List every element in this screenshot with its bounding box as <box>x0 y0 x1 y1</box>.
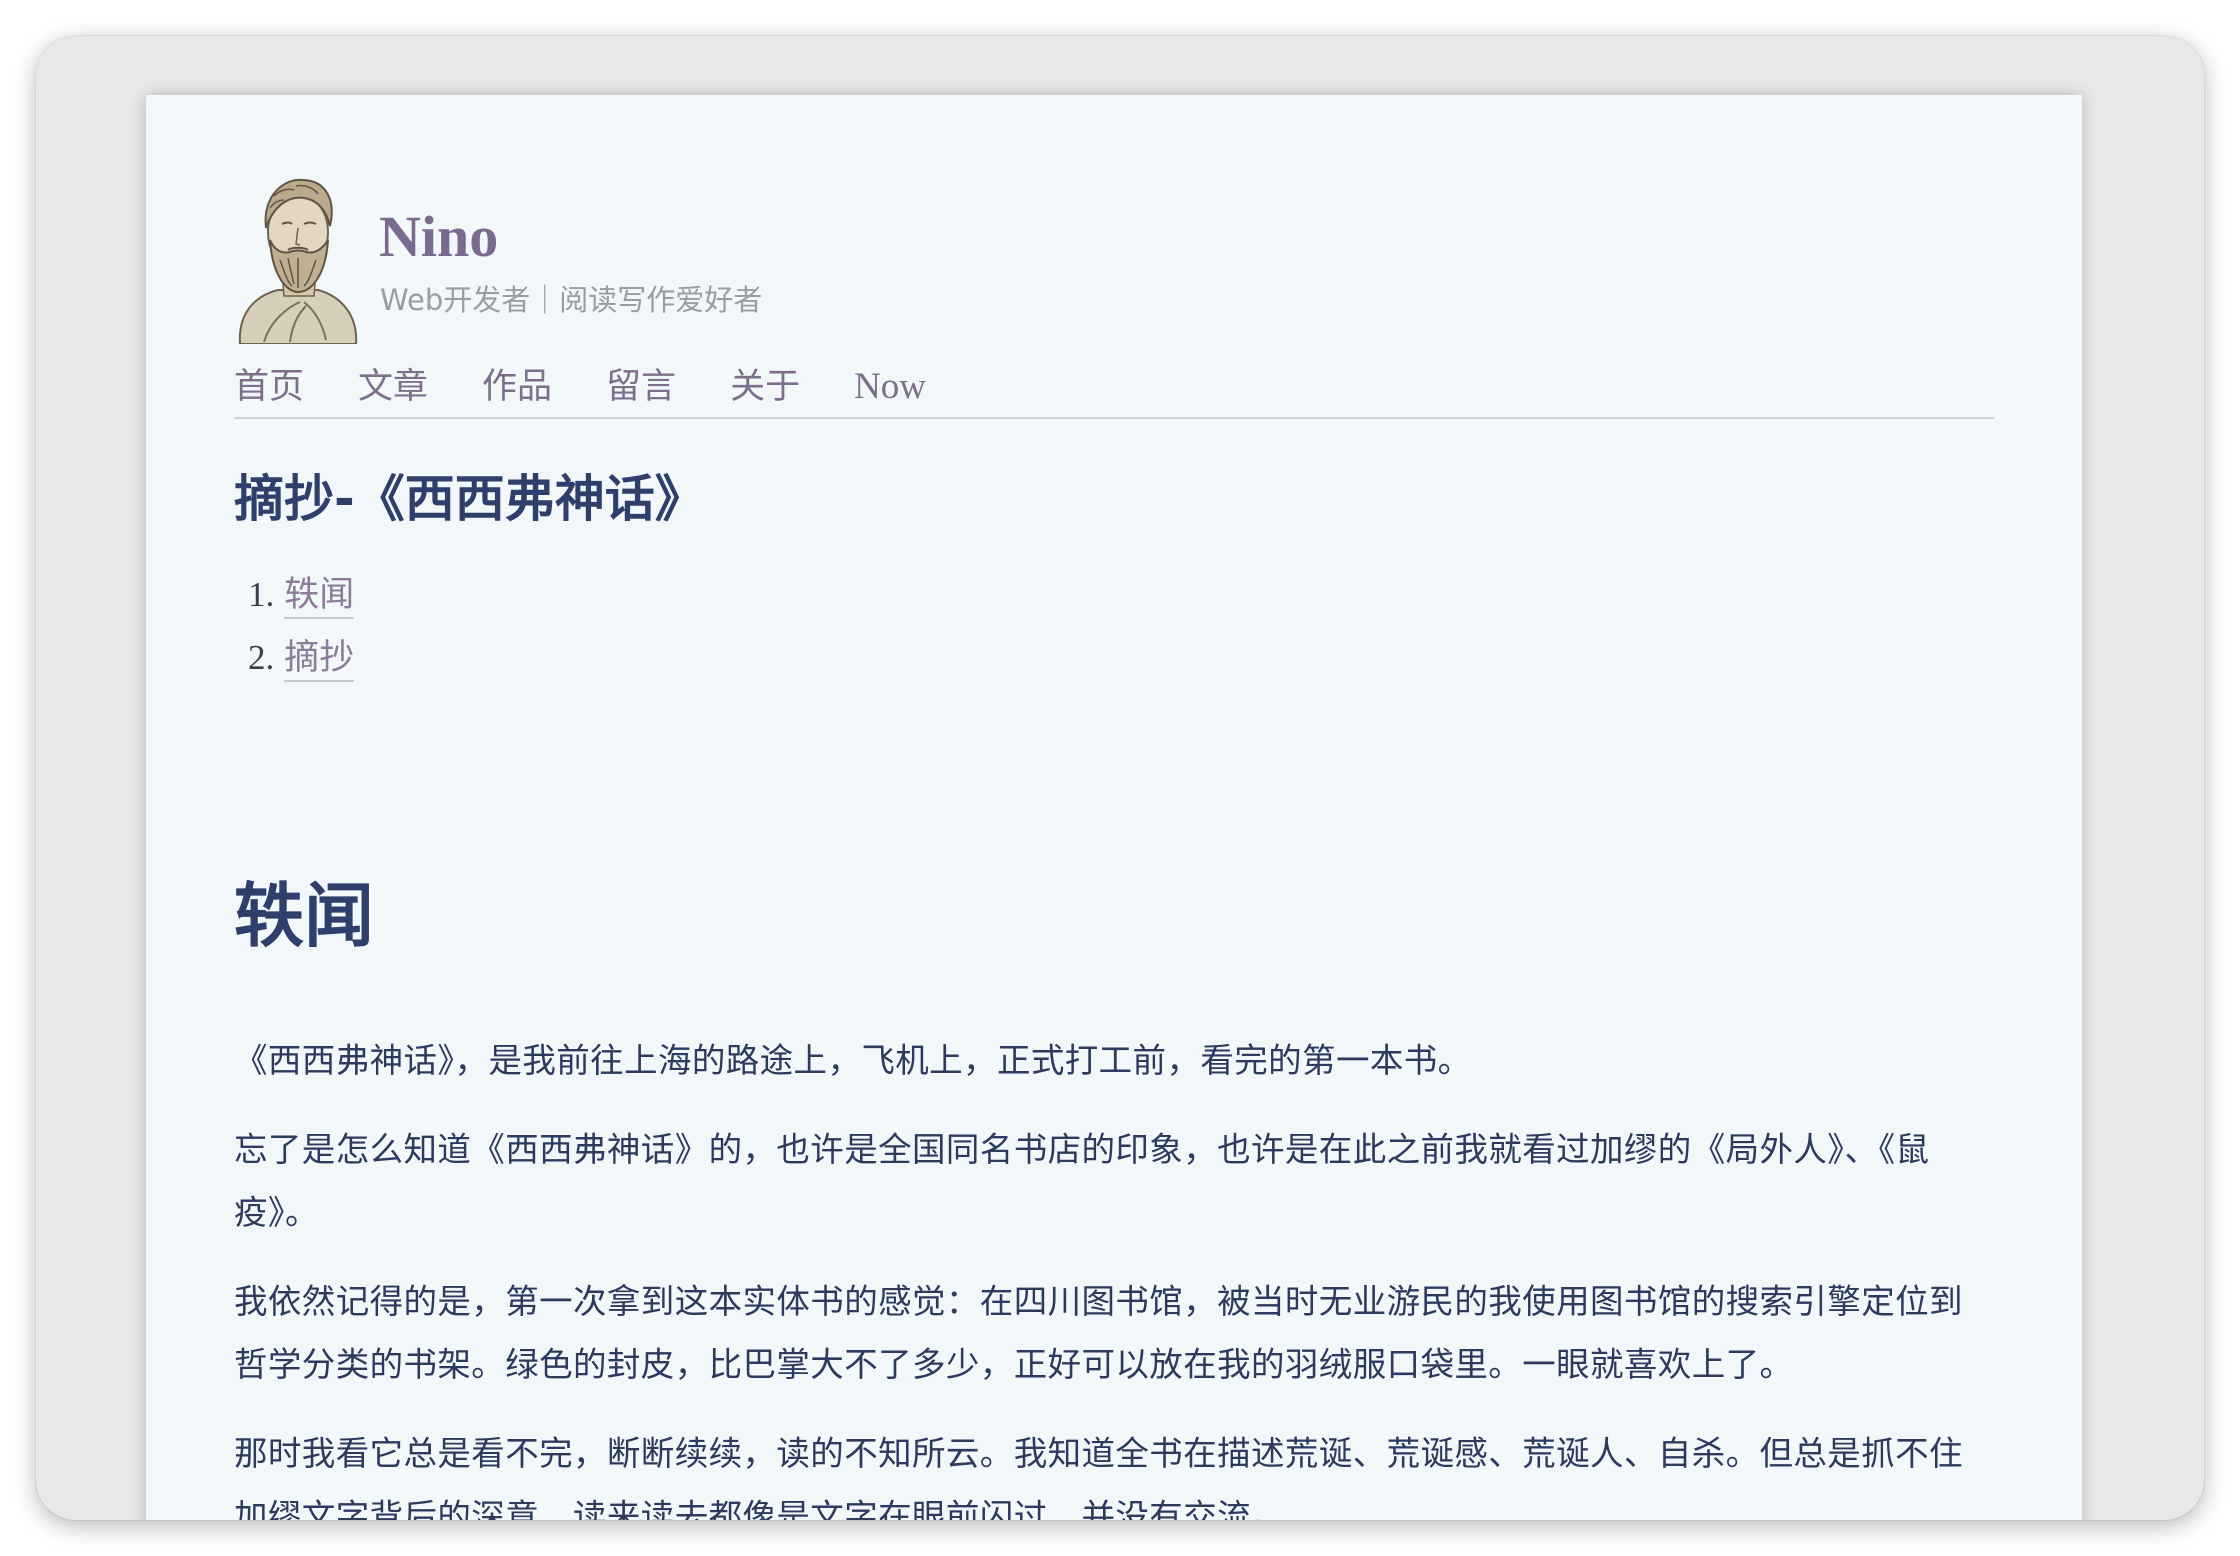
blog-page: Nino Web开发者｜阅读写作爱好者 首页 文章 作品 留言 关于 Now 摘… <box>146 95 2082 1520</box>
article-paragraph: 我依然记得的是，第一次拿到这本实体书的感觉：在四川图书馆，被当时无业游民的我使用… <box>234 1282 1963 1384</box>
site-title[interactable]: Nino <box>379 202 498 272</box>
nav-item-articles[interactable]: 文章 <box>358 365 428 409</box>
nav-item-guestbook[interactable]: 留言 <box>606 365 676 409</box>
nav-item-now[interactable]: Now <box>854 365 926 409</box>
browser-window: Nino Web开发者｜阅读写作爱好者 首页 文章 作品 留言 关于 Now 摘… <box>36 36 2204 1520</box>
toc-link-excerpts[interactable]: 摘抄 <box>284 638 355 682</box>
nav-item-about[interactable]: 关于 <box>730 365 800 409</box>
site-subtitle: Web开发者｜阅读写作爱好者 <box>380 283 763 317</box>
toc-item-number: 1. <box>248 575 275 614</box>
toc-link-anecdote[interactable]: 轶闻 <box>284 575 355 619</box>
toc-item: 1. 轶闻 <box>248 565 355 628</box>
toc-item-number: 2. <box>248 638 275 677</box>
article-paragraph: 《西西弗神话》，是我前往上海的路途上，飞机上，正式打工前，看完的第一本书。 <box>234 1041 1472 1080</box>
site-header: Nino Web开发者｜阅读写作爱好者 <box>234 174 1994 344</box>
avatar[interactable] <box>234 174 360 344</box>
post-title: 摘抄-《西西弗神话》 <box>234 470 705 528</box>
article-body: 《西西弗神话》，是我前往上海的路途上，飞机上，正式打工前，看完的第一本书。 忘了… <box>234 1029 1994 1520</box>
table-of-contents: 1. 轶闻 2. 摘抄 <box>248 565 355 691</box>
section-heading: 轶闻 <box>234 875 374 957</box>
main-nav: 首页 文章 作品 留言 关于 Now <box>234 365 1994 419</box>
article-paragraph: 忘了是怎么知道《西西弗神话》的，也许是全国同名书店的印象，也许是在此之前我就看过… <box>234 1130 1930 1232</box>
toc-item: 2. 摘抄 <box>248 628 355 691</box>
article-paragraph: 那时我看它总是看不完，断断续续，读的不知所云。我知道全书在描述荒诞、荒诞感、荒诞… <box>234 1434 1963 1520</box>
nav-item-works[interactable]: 作品 <box>482 365 552 409</box>
nav-item-home[interactable]: 首页 <box>234 365 304 409</box>
